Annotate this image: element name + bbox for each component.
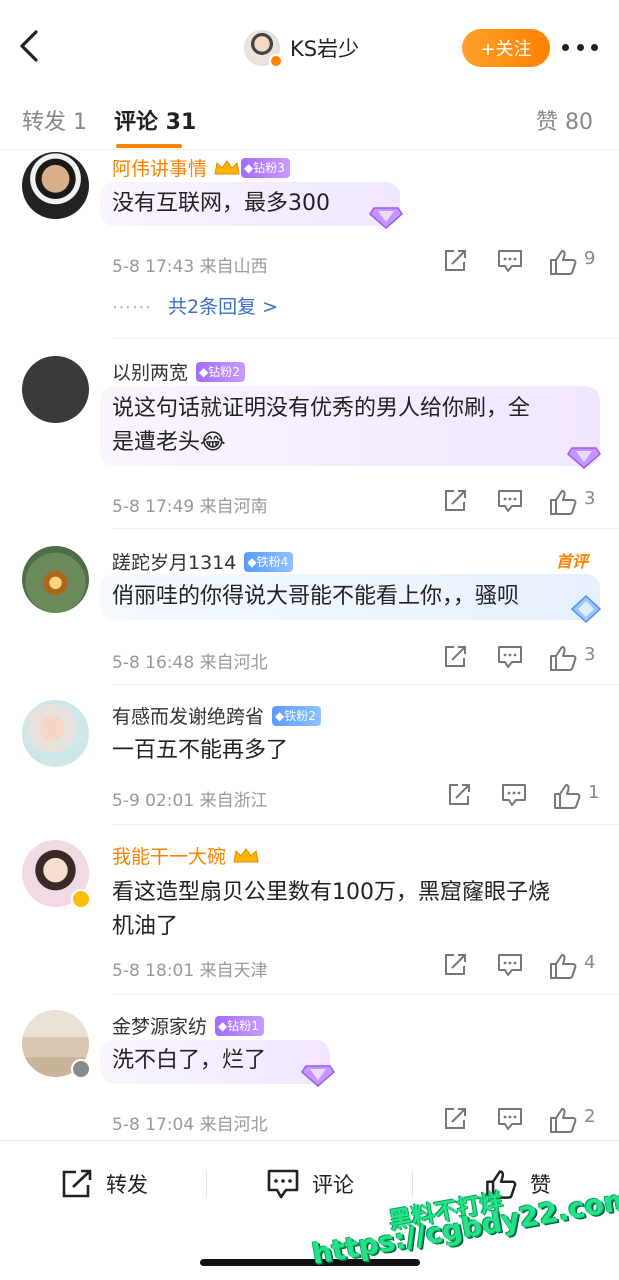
comment-icon [267,1169,299,1199]
commenter-name[interactable]: 金梦源家纺 ◆钻粉1 [112,1012,264,1039]
comment-actions: 9 [0,248,619,280]
reply-icon[interactable] [496,952,524,978]
more-options-icon[interactable] [562,40,598,54]
divider [112,824,619,825]
verified-badge-icon [269,54,283,68]
comment-text[interactable]: 没有互联网，最多300 [112,185,330,223]
comment-actions: 4 [0,952,619,984]
commenter-avatar[interactable] [22,546,89,613]
commenter-avatar[interactable] [22,152,89,219]
diamond-gem-icon [301,1065,335,1087]
comment-text[interactable]: 俏丽哇的你得说大哥能不能看上你，，骚呗 [112,578,519,616]
divider [112,338,619,339]
commenter-avatar[interactable] [22,840,91,909]
tab-comment[interactable]: 评论 31 [114,104,196,136]
like-icon[interactable] [548,952,578,980]
diamond-gem-icon [567,447,601,469]
first-comment-label: 首评 [556,552,589,571]
crown-icon [214,159,240,174]
follow-button[interactable]: +关注 [462,29,550,67]
comment-text[interactable]: 说这句话就证明没有优秀的男人给你刷，全 [112,390,530,428]
tab-bar: 转发 1 评论 31 赞 80 [0,88,619,150]
comment-text[interactable]: 看这造型扇贝公里数有100万，黑窟窿眼子烧 [112,874,550,912]
share-icon[interactable] [442,1106,468,1132]
dotted-line: ⋯⋯ [112,296,152,318]
like-icon[interactable] [552,782,582,810]
author-avatar[interactable] [244,30,283,68]
divider [112,528,619,529]
view-replies-link[interactable]: ⋯⋯ 共2条回复 > [112,292,278,319]
fan-badge[interactable]: ◆铁粉4 [244,551,294,572]
like-count: 2 [584,1106,596,1127]
comment-text[interactable]: 是遭老头😂 [112,424,226,462]
like-count: 1 [588,782,600,803]
home-indicator[interactable] [200,1259,420,1266]
crown-icon [233,847,259,862]
like-icon[interactable] [548,488,578,516]
divider [112,684,619,685]
like-count: 3 [584,488,596,509]
diamond-gem-icon [369,207,403,229]
commenter-avatar[interactable] [22,356,89,423]
like-icon[interactable] [548,644,578,672]
share-icon[interactable] [442,644,468,670]
author-name[interactable]: KS岩少 [290,33,359,63]
comment-text[interactable]: 一百五不能再多了 [112,732,288,770]
top-bar: KS岩少 +关注 [0,0,619,88]
reply-icon[interactable] [496,644,524,670]
repost-icon [62,1169,92,1198]
tab-repost[interactable]: 转发 1 [22,104,87,136]
fan-badge[interactable]: ◆铁粉2 [272,705,321,726]
commenter-avatar[interactable] [22,700,89,767]
reply-icon[interactable] [500,782,528,808]
fan-badge[interactable]: ◆钻粉1 [215,1015,264,1036]
reply-icon[interactable] [496,1106,524,1132]
verified-badge-icon [71,1059,91,1079]
comment-actions: 3 [0,644,619,676]
repost-button[interactable]: 转发 [60,1167,148,1201]
reply-icon[interactable] [496,488,524,514]
commenter-name[interactable]: 蹉跎岁月1314 ◆铁粉4 [112,548,294,575]
like-count: 4 [584,952,596,973]
divider [112,994,619,995]
commenter-name[interactable]: 阿伟讲事情 ◆钻粉3 [112,154,290,181]
fan-badge[interactable]: ◆钻粉3 [241,157,290,178]
comment-text[interactable]: 洗不白了，烂了 [112,1042,266,1080]
reply-icon[interactable] [496,248,524,274]
author-header[interactable]: KS岩少 [244,28,359,68]
comment-actions: 2 [0,1106,619,1138]
blue-gem-icon [570,594,602,624]
active-tab-indicator [116,144,182,148]
commenter-avatar[interactable] [22,1010,91,1079]
back-arrow-icon[interactable] [14,28,44,64]
share-icon[interactable] [442,952,468,978]
like-count: 9 [584,248,596,269]
divider [412,1171,413,1197]
comment-button[interactable]: 评论 [266,1167,354,1201]
tab-like[interactable]: 赞 80 [536,104,593,136]
like-icon[interactable] [548,248,578,276]
comment-text[interactable]: 机油了 [112,908,178,946]
commenter-name[interactable]: 有感而发谢绝跨省 ◆铁粉2 [112,702,321,729]
comment-actions: 3 [0,488,619,520]
comment-actions: 1 [0,782,619,814]
share-icon[interactable] [442,488,468,514]
verified-badge-icon [71,889,91,909]
fan-badge[interactable]: ◆钻粉2 [196,361,245,382]
commenter-name[interactable]: 我能干一大碗 [112,842,260,869]
divider [206,1171,207,1197]
like-icon[interactable] [548,1106,578,1134]
share-icon[interactable] [442,248,468,274]
like-count: 3 [584,644,596,665]
commenter-name[interactable]: 以别两宽 ◆钻粉2 [112,358,245,385]
share-icon[interactable] [446,782,472,808]
